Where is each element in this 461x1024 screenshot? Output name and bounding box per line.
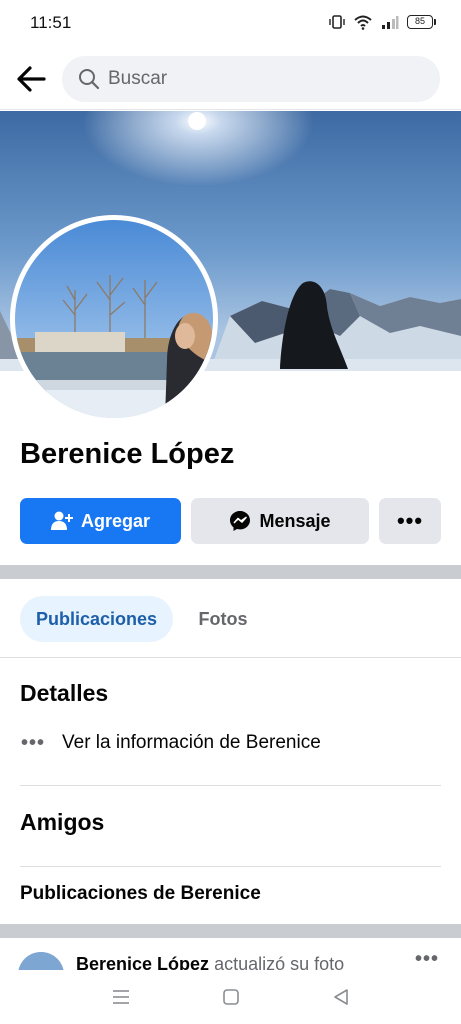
tab-fotos[interactable]: Fotos: [183, 596, 263, 642]
divider: [20, 785, 441, 786]
post-headline: Berenice López actualizó su foto: [76, 954, 344, 970]
menu-icon[interactable]: [110, 986, 132, 1008]
profile-avatar[interactable]: [10, 215, 218, 423]
more-dots-icon: •••: [20, 731, 45, 754]
post-author-name[interactable]: Berenice López: [76, 954, 209, 970]
posts-title: Publicaciones de Berenice: [20, 883, 261, 904]
details-info-label: Ver la información de Berenice: [62, 732, 321, 753]
back-triangle-icon[interactable]: [330, 986, 352, 1008]
post-header: Berenice López actualizó su foto •••: [0, 938, 461, 970]
post-author-avatar[interactable]: [18, 952, 64, 970]
status-icons: 85: [329, 12, 436, 32]
vibrate-icon: [329, 15, 345, 29]
post-action-text: actualizó su foto: [214, 954, 345, 970]
system-nav-bar: [0, 970, 461, 1024]
top-bar: [0, 44, 461, 110]
wifi-icon: [354, 15, 372, 30]
tab-publicaciones[interactable]: Publicaciones: [20, 596, 173, 642]
friends-title: Amigos: [20, 809, 105, 835]
details-title: Detalles: [20, 680, 109, 706]
status-bar: 11:51 85: [0, 0, 461, 44]
divider: [20, 866, 441, 867]
add-friend-label: Agregar: [80, 510, 151, 531]
back-arrow-icon: [17, 66, 46, 92]
back-button[interactable]: [14, 62, 48, 96]
section-divider: [0, 565, 461, 579]
profile-tabs: Publicaciones Fotos: [0, 596, 461, 658]
profile-actions: Agregar Mensaje •••: [20, 498, 441, 544]
home-square-icon[interactable]: [220, 986, 242, 1008]
profile-name: Berenice López: [20, 438, 235, 470]
search-icon: [79, 69, 100, 90]
status-time: 11:51: [30, 13, 72, 32]
add-friend-icon: [50, 511, 73, 530]
messenger-icon: [230, 511, 251, 531]
message-button[interactable]: Mensaje: [191, 498, 369, 544]
search-input[interactable]: [108, 56, 418, 102]
more-options-button[interactable]: •••: [379, 498, 441, 544]
add-friend-button[interactable]: Agregar: [20, 498, 181, 544]
section-divider: [0, 924, 461, 938]
post-more-button[interactable]: •••: [415, 948, 439, 970]
more-dots-icon: •••: [396, 508, 424, 533]
battery-icon: 85: [407, 15, 436, 29]
signal-icon: [382, 16, 399, 29]
search-box[interactable]: [62, 56, 440, 102]
details-info-link[interactable]: ••• Ver la información de Berenice: [20, 728, 321, 758]
message-label: Mensaje: [259, 510, 331, 531]
